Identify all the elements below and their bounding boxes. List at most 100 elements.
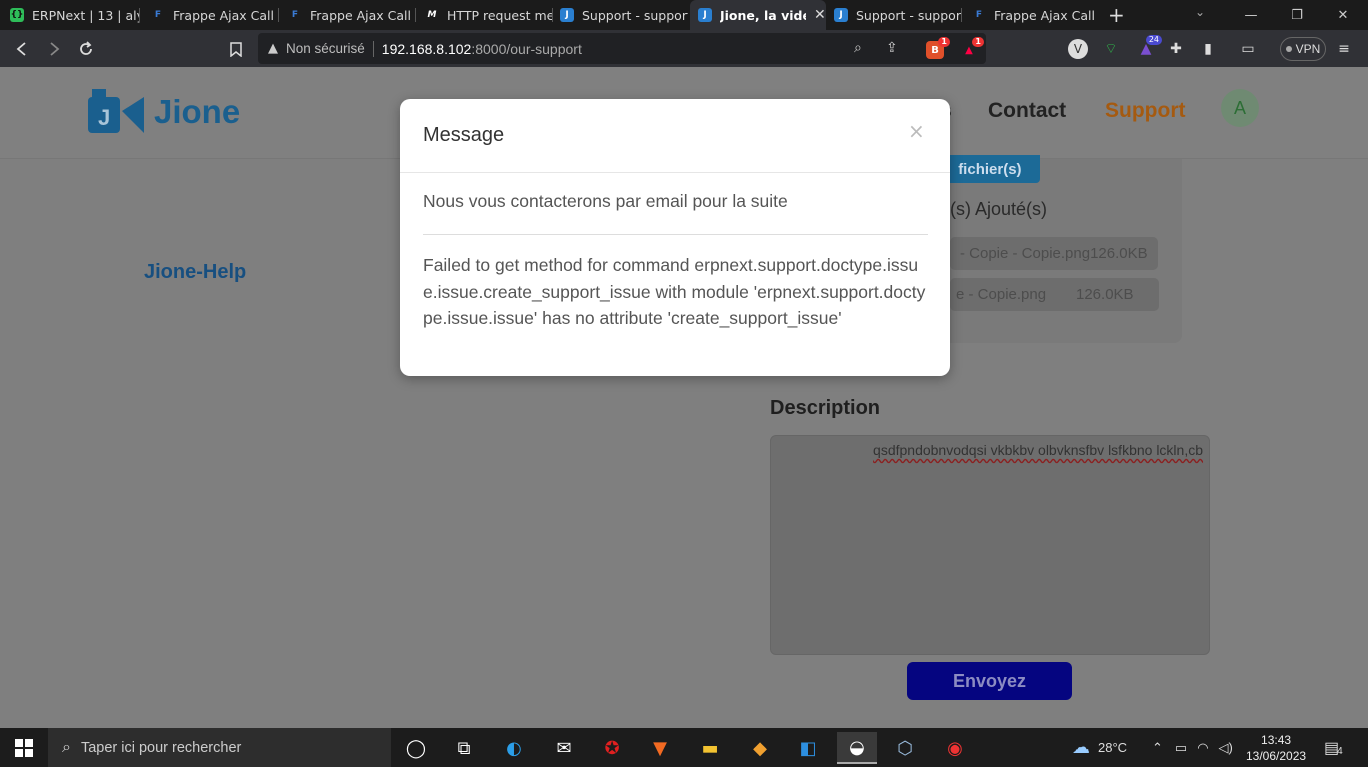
url-host: 192.168.8.102 xyxy=(381,40,472,57)
app-icon[interactable]: ◉ xyxy=(935,732,975,764)
address-bar[interactable]: ▲ Non sécurisé 192.168.8.102 :8000/our-s… xyxy=(258,33,986,64)
brave-shields-icon[interactable]: B1 xyxy=(926,37,950,59)
wifi-icon[interactable]: ◠ xyxy=(1197,740,1208,756)
bookmark-button[interactable] xyxy=(224,37,248,61)
browser-tab[interactable]: M HTTP request meth xyxy=(425,0,553,30)
browser-tab[interactable]: F Frappe Ajax Call xyxy=(151,0,279,30)
chevron-up-icon[interactable]: ⌃ xyxy=(1152,740,1163,756)
file-size: 126.0KB xyxy=(1076,286,1134,303)
jione-favicon-icon: J xyxy=(834,8,848,22)
mdn-favicon-icon: M xyxy=(427,10,437,20)
virtualbox-icon[interactable]: ⬡ xyxy=(885,732,925,764)
edge-icon[interactable]: ◐ xyxy=(494,732,534,764)
git-icon[interactable]: ◆ xyxy=(740,732,780,764)
file-name: - Copie - Copie.png xyxy=(960,245,1091,262)
close-tab-icon[interactable]: ✕ xyxy=(814,7,826,23)
browser-app-icon[interactable]: ◒ xyxy=(837,732,877,764)
modal-message: Nous vous contacterons par email pour la… xyxy=(423,191,788,211)
extensions-puzzle-icon[interactable]: ✚ xyxy=(1166,39,1186,59)
jione-favicon-icon: J xyxy=(560,8,574,22)
browser-tab-active[interactable]: J Jione, la vidéoc ✕ xyxy=(690,0,826,30)
volume-icon[interactable]: ◁) xyxy=(1219,740,1233,756)
browser-tab[interactable]: F Frappe Ajax Call xyxy=(972,0,1100,30)
browser-toolbar: ▲ Non sécurisé 192.168.8.102 :8000/our-s… xyxy=(0,30,1368,67)
wifi-extension-icon[interactable]: ⌔ xyxy=(1101,39,1121,59)
help-title: Jione-Help xyxy=(144,261,247,283)
close-window-button[interactable]: ✕ xyxy=(1320,0,1366,30)
reload-button[interactable] xyxy=(74,37,98,61)
description-value: qsdfpndobnvodqsi vkbkbv olbvknsfbv lsfkb… xyxy=(873,442,1203,458)
browser-tab-strip: {} ERPNext | 13 | alyf.d F Frappe Ajax C… xyxy=(0,0,1368,30)
site-logo[interactable]: J Jione xyxy=(88,89,240,135)
search-icon: ⌕ xyxy=(62,738,71,756)
tab-title: HTTP request meth xyxy=(447,7,553,23)
description-textarea[interactable]: qsdfpndobnvodqsi vkbkbv olbvknsfbv lsfkb… xyxy=(770,435,1210,655)
windows-taskbar: ⌕ Taper ici pour rechercher ◯ ⧉ ◐ ✉ ✪ ▼ … xyxy=(0,728,1368,767)
logo-text: Jione xyxy=(154,93,241,130)
new-tab-button[interactable]: + xyxy=(1108,3,1125,27)
back-button[interactable] xyxy=(10,37,34,61)
file-explorer-icon[interactable]: ▬ xyxy=(690,732,730,764)
reload-icon xyxy=(80,41,92,55)
jione-favicon-icon: J xyxy=(698,8,712,22)
jione-logo-icon: J xyxy=(88,89,146,135)
message-modal: Message × Nous vous contacterons par ema… xyxy=(400,99,950,376)
sidebar-icon[interactable]: ▮ xyxy=(1198,39,1218,59)
tab-title: Frappe Ajax Call xyxy=(994,7,1096,23)
frappe-favicon-icon: F xyxy=(975,10,983,20)
browser-tab[interactable]: J Support - support xyxy=(560,0,688,30)
file-size: 126.0KB xyxy=(1090,245,1148,262)
menu-icon[interactable]: ≡ xyxy=(1334,39,1354,59)
notifications-button[interactable]: ▤ 4 xyxy=(1324,728,1343,767)
brave-rewards-icon[interactable]: ▲ 1 xyxy=(960,37,984,59)
tab-search-chevron-icon[interactable]: ⌄ xyxy=(1195,5,1205,19)
taskbar-search[interactable]: ⌕ Taper ici pour rechercher xyxy=(48,728,391,767)
battery-icon[interactable]: ▭ xyxy=(1175,740,1187,756)
taskbar-clock[interactable]: 13:43 13/06/2023 xyxy=(1246,732,1306,764)
tab-title: Support - support xyxy=(582,7,688,23)
cortana-icon[interactable]: ◯ xyxy=(396,732,436,764)
vivaldi-extension-icon[interactable]: V xyxy=(1068,39,1088,59)
frappe-favicon-icon: F xyxy=(154,10,162,20)
file-name: e - Copie.png xyxy=(956,286,1047,303)
vpn-button[interactable]: VPN xyxy=(1280,37,1326,61)
forward-arrow-icon xyxy=(50,42,60,56)
file-chip[interactable]: e - Copie.png 126.0KB xyxy=(950,278,1159,311)
tab-title: Frappe Ajax Call xyxy=(310,7,412,23)
close-icon[interactable]: × xyxy=(908,119,925,143)
share-icon[interactable]: ⇪ xyxy=(886,40,898,56)
search-placeholder: Taper ici pour rechercher xyxy=(80,739,242,756)
clock-time: 13:43 xyxy=(1261,733,1292,747)
antivirus-icon[interactable]: ✪ xyxy=(592,732,632,764)
submit-button[interactable]: Envoyez xyxy=(907,662,1072,700)
weather-widget[interactable]: ☁ 28°C xyxy=(1072,728,1127,767)
browser-tab[interactable]: F Frappe Ajax Call xyxy=(288,0,416,30)
clock-date: 13/06/2023 xyxy=(1246,749,1307,763)
brave-icon[interactable]: ▼ xyxy=(640,732,680,764)
tab-title: Frappe Ajax Call xyxy=(173,7,275,23)
minimize-button[interactable]: — xyxy=(1228,0,1274,30)
browser-tab[interactable]: {} ERPNext | 13 | alyf.d xyxy=(10,0,140,30)
zoom-icon[interactable]: ⌕ xyxy=(854,40,862,56)
browser-tab[interactable]: J Support - support xyxy=(834,0,962,30)
file-chip[interactable]: - Copie - Copie.png 126.0KB xyxy=(950,237,1158,270)
bookmark-icon xyxy=(230,41,242,57)
modal-error-text: Failed to get method for command erpnext… xyxy=(423,255,926,328)
vscode-icon[interactable]: ◧ xyxy=(788,732,828,764)
nav-link-contact[interactable]: Contact xyxy=(988,99,1066,123)
graduation-cap-icon[interactable]: ▲ 24 xyxy=(1136,35,1162,59)
mail-icon[interactable]: ✉ xyxy=(544,732,584,764)
wallet-icon[interactable]: ▭ xyxy=(1238,39,1258,59)
upload-button-label: fichier(s) xyxy=(958,160,1022,178)
user-avatar[interactable]: A xyxy=(1221,89,1259,127)
forward-button[interactable] xyxy=(42,37,66,61)
warning-icon: ▲ xyxy=(268,41,278,56)
task-view-icon[interactable]: ⧉ xyxy=(444,732,484,764)
description-label: Description xyxy=(770,397,881,419)
nav-link-support[interactable]: Support xyxy=(1105,99,1185,123)
tab-title: ERPNext | 13 | alyf.d xyxy=(32,7,140,23)
windows-start-button[interactable] xyxy=(0,728,48,767)
maximize-button[interactable]: ❐ xyxy=(1274,0,1320,30)
system-tray: ⌃ ▭ ◠ ◁) xyxy=(1152,728,1233,767)
tab-title: Jione, la vidéoc xyxy=(720,7,806,23)
